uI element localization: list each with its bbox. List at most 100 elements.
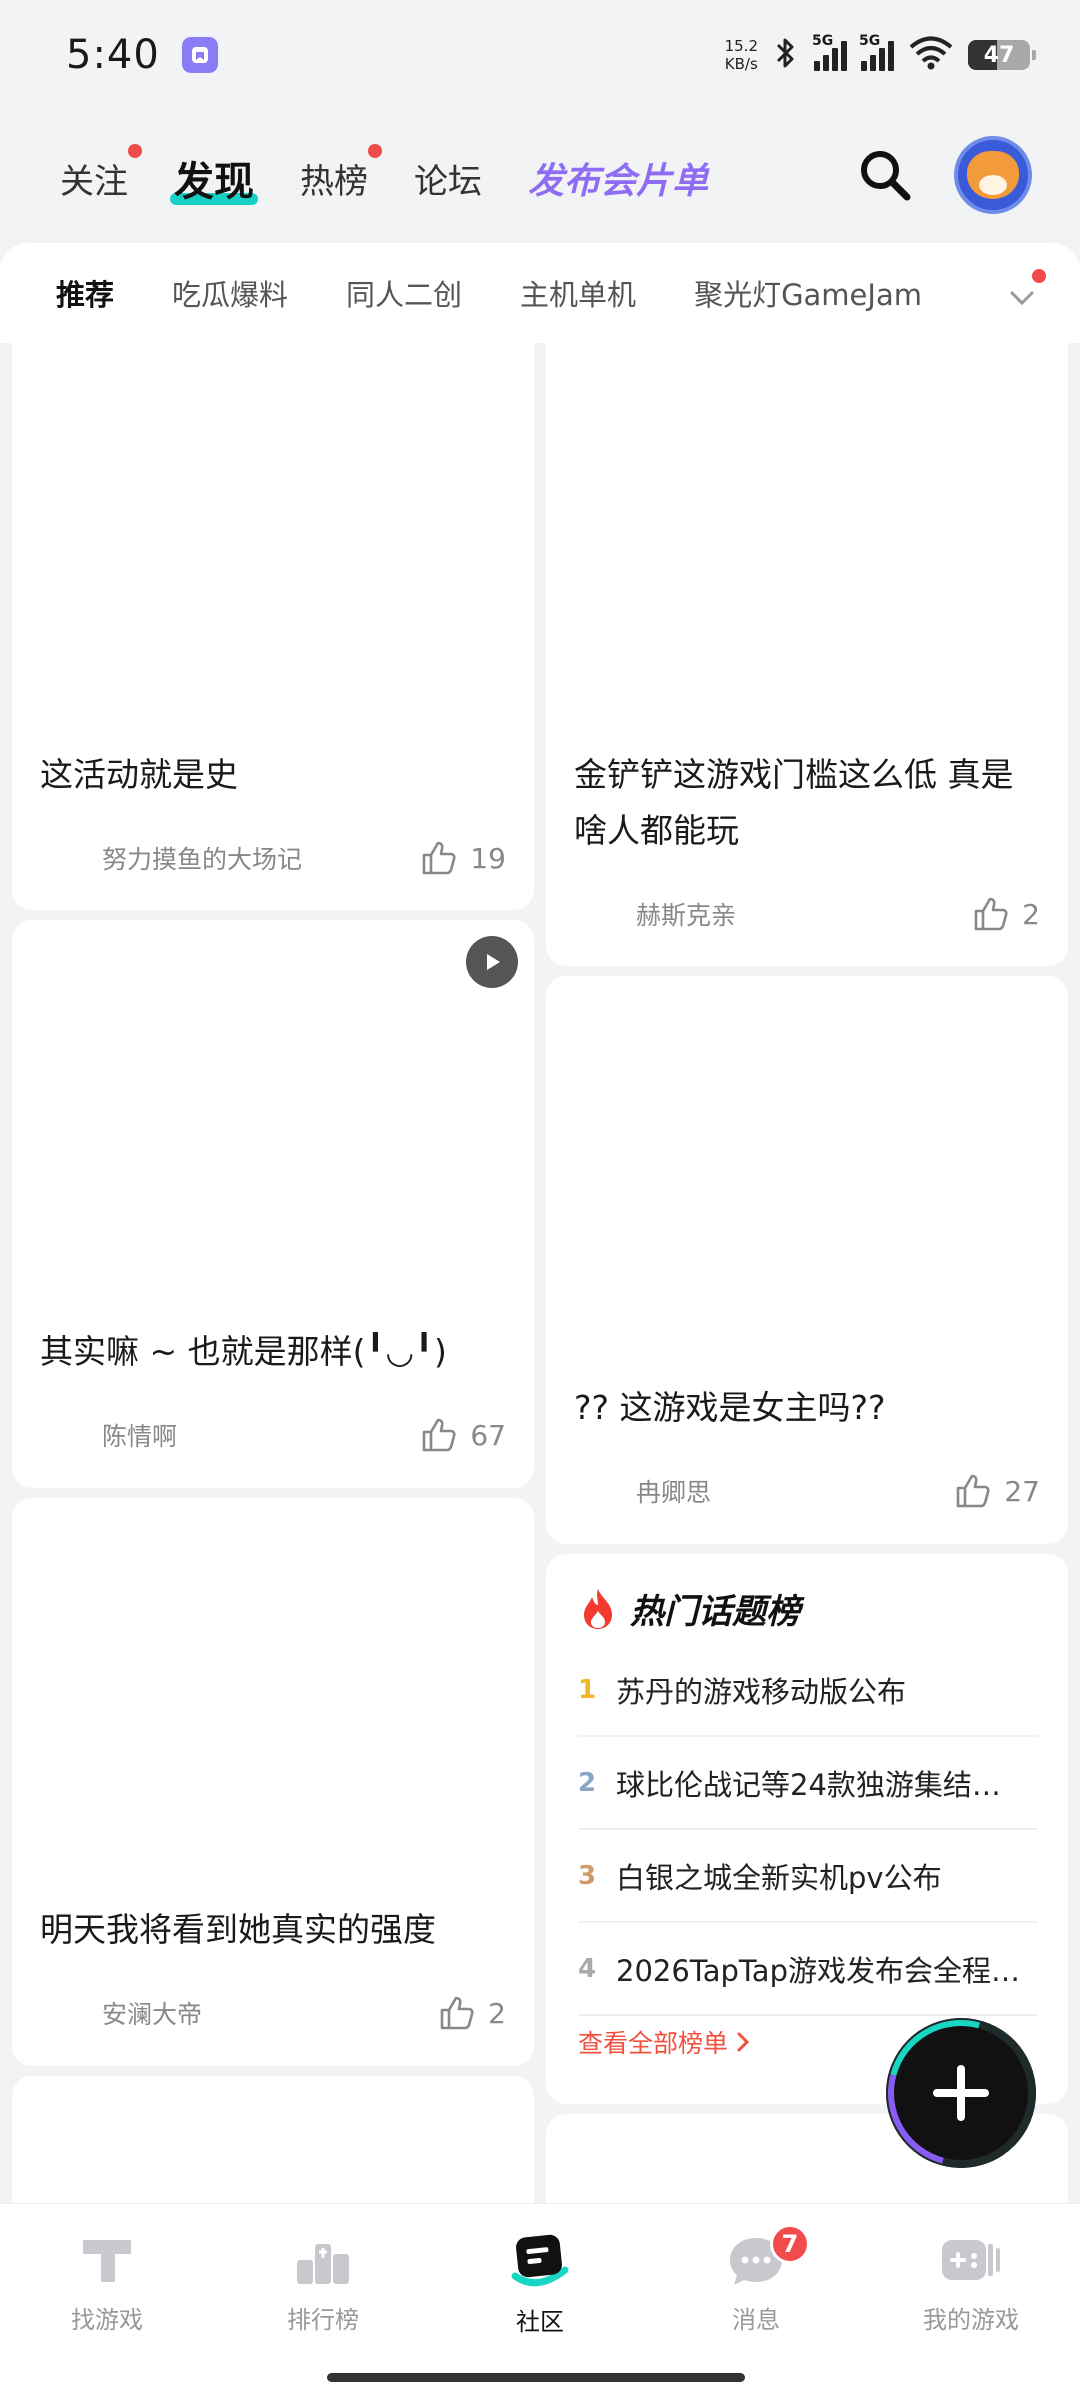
post-author[interactable]: 赫斯克亲 — [574, 896, 736, 932]
hot-topic-item[interactable]: 2 球比伦战记等24款独游集结… — [578, 1737, 1038, 1830]
tab-launch-event-list[interactable]: 发布会片单 — [528, 152, 708, 204]
chevron-down-icon — [1010, 291, 1034, 306]
battery-icon: 47 — [968, 40, 1036, 70]
post-author[interactable]: 陈情啊 — [40, 1417, 177, 1453]
post-card[interactable]: 这活动就是史 努力摸鱼的大场记 19 — [12, 343, 534, 910]
tab-hot-list[interactable]: 热榜 — [300, 143, 382, 203]
bottom-tab-find-games[interactable]: 找游戏 — [7, 2230, 207, 2335]
app-notification-icon — [181, 37, 218, 73]
hot-topic-text: 球比伦战记等24款独游集结… — [616, 1767, 1001, 1802]
category-tab-gossip[interactable]: 吃瓜爆料 — [172, 272, 288, 314]
search-icon — [861, 151, 911, 201]
chevron-right-icon — [737, 2032, 750, 2052]
thumbs-up-icon — [423, 1418, 456, 1452]
hot-topic-rank: 4 — [578, 1953, 597, 1984]
bottom-tab-community[interactable]: 社区 — [440, 2230, 640, 2337]
plus-icon — [933, 2065, 989, 2121]
post-title: 这活动就是史 — [40, 755, 238, 794]
post-meta: 安澜大帝 2 — [40, 1991, 506, 2035]
post-meta: 陈情啊 67 — [40, 1413, 506, 1457]
hot-topics-list: 1 苏丹的游戏移动版公布 2 球比伦战记等24款独游集结… 3 白银之城全新实机… — [578, 1644, 1038, 2016]
podium-icon — [297, 2244, 349, 2284]
like-count: 19 — [470, 841, 506, 875]
post-card[interactable]: 其实嘛 ~ 也就是那样(╹◡╹) 陈情啊 67 — [12, 920, 534, 1488]
post-card[interactable]: 明天我将看到她真实的强度 安澜大帝 2 — [12, 1498, 534, 2066]
like-count: 2 — [488, 1996, 506, 2030]
thumbs-up-icon — [423, 841, 456, 875]
post-video-thumbnail — [12, 920, 534, 1310]
bottom-tab-rankings[interactable]: 排行榜 — [223, 2230, 423, 2335]
hot-topic-text: 白银之城全新实机pv公布 — [616, 1860, 942, 1895]
like-button[interactable]: 27 — [954, 1472, 1040, 1510]
category-tab-fan-creations[interactable]: 同人二创 — [346, 272, 462, 314]
like-count: 67 — [470, 1418, 506, 1452]
unread-count-badge: 7 — [770, 2224, 810, 2264]
like-count: 27 — [1004, 1474, 1040, 1508]
network-speed: 15.2 KB/s — [724, 37, 758, 73]
cell-signal-1-icon: 5G — [812, 33, 847, 71]
post-author[interactable]: 安澜大帝 — [40, 1995, 202, 2031]
post-author[interactable]: 努力摸鱼的大场记 — [40, 840, 302, 876]
post-title: 明天我将看到她真实的强度 — [40, 1910, 436, 1949]
tab-discover[interactable]: 发现 — [170, 149, 258, 207]
post-title: ?? 这游戏是女主吗?? — [574, 1388, 886, 1427]
status-time: 5:40 — [66, 32, 160, 78]
hot-topic-text: 苏丹的游戏移动版公布 — [616, 1674, 907, 1709]
post-title: 金铲铲这游戏门槛这么低 真是啥人都能玩 — [574, 755, 1014, 850]
hot-topic-item[interactable]: 4 2026TapTap游戏发布会全程… — [578, 1923, 1038, 2016]
status-bar: 5:40 15.2 KB/s 5G 5G 47 — [0, 0, 1080, 110]
unread-dot — [368, 143, 382, 158]
post-image — [12, 343, 534, 733]
like-count: 2 — [1022, 897, 1040, 931]
hot-topics-card: 热门话题榜 1 苏丹的游戏移动版公布 2 球比伦战记等24款独游集结… 3 白银… — [546, 1554, 1068, 2104]
create-post-button[interactable] — [886, 2018, 1036, 2168]
category-tab-console-single[interactable]: 主机单机 — [520, 272, 636, 314]
like-button[interactable]: 2 — [438, 1994, 506, 2032]
post-author[interactable]: 冉卿思 — [574, 1473, 711, 1509]
search-button[interactable] — [850, 140, 920, 210]
community-icon — [511, 2234, 569, 2287]
gamepad-icon — [942, 2240, 1000, 2280]
bottom-tab-messages[interactable]: 7 消息 — [656, 2224, 856, 2335]
feed: 这活动就是史 努力摸鱼的大场记 19 其实嘛 ~ 也就是那样(╹◡╹) 陈情啊 … — [0, 343, 1080, 2203]
category-tab-recommend[interactable]: 推荐 — [56, 272, 114, 314]
hot-topic-item[interactable]: 1 苏丹的游戏移动版公布 — [578, 1644, 1038, 1737]
wifi-icon — [908, 36, 954, 74]
post-card[interactable] — [12, 2076, 534, 2203]
post-card[interactable]: ?? 这游戏是女主吗?? 冉卿思 27 — [546, 976, 1068, 1544]
post-card[interactable]: 金铲铲这游戏门槛这么低 真是啥人都能玩 赫斯克亲 2 — [546, 343, 1068, 966]
category-tab-spotlight-gamejam[interactable]: 聚光灯GameJam — [694, 272, 922, 314]
view-all-rankings-link[interactable]: 查看全部榜单 — [578, 2024, 752, 2060]
top-nav: 关注 发现 热榜 论坛 发布会片单 — [0, 118, 1080, 238]
like-button[interactable]: 19 — [420, 839, 506, 877]
tab-follow[interactable]: 关注 — [60, 143, 142, 203]
thumbs-up-icon — [957, 1474, 990, 1508]
tab-forum[interactable]: 论坛 — [414, 154, 482, 203]
bottom-nav: 找游戏 排行榜 社区 7 消息 我的游戏 — [0, 2203, 1080, 2400]
like-button[interactable]: 67 — [420, 1416, 506, 1454]
post-meta: 冉卿思 27 — [574, 1469, 1040, 1513]
unread-dot — [1032, 269, 1046, 283]
hot-topic-text: 2026TapTap游戏发布会全程… — [616, 1953, 1020, 1988]
post-image — [546, 343, 1068, 733]
post-image — [546, 976, 1068, 1366]
more-categories-button[interactable] — [1002, 269, 1046, 317]
category-tabs: 推荐 吃瓜爆料 同人二创 主机单机 聚光灯GameJam — [0, 243, 1080, 343]
hot-topic-rank: 1 — [578, 1674, 597, 1705]
home-indicator[interactable] — [327, 2373, 745, 2382]
post-meta: 努力摸鱼的大场记 19 — [40, 836, 506, 880]
hot-topic-item[interactable]: 3 白银之城全新实机pv公布 — [578, 1830, 1038, 1923]
flame-icon — [584, 1588, 612, 1629]
post-image — [12, 1498, 534, 1888]
hot-topic-rank: 2 — [578, 1767, 597, 1798]
like-button[interactable]: 2 — [972, 895, 1040, 933]
cell-signal-2-icon: 5G — [859, 33, 894, 71]
bluetooth-icon — [772, 35, 800, 75]
post-meta: 赫斯克亲 2 — [574, 892, 1040, 936]
taptap-icon — [83, 2240, 131, 2282]
post-title: 其实嘛 ~ 也就是那样(╹◡╹) — [40, 1332, 447, 1371]
thumbs-up-icon — [440, 1996, 474, 2030]
thumbs-up-icon — [974, 897, 1008, 931]
bottom-tab-my-games[interactable]: 我的游戏 — [871, 2230, 1071, 2335]
user-avatar[interactable] — [954, 136, 1032, 214]
